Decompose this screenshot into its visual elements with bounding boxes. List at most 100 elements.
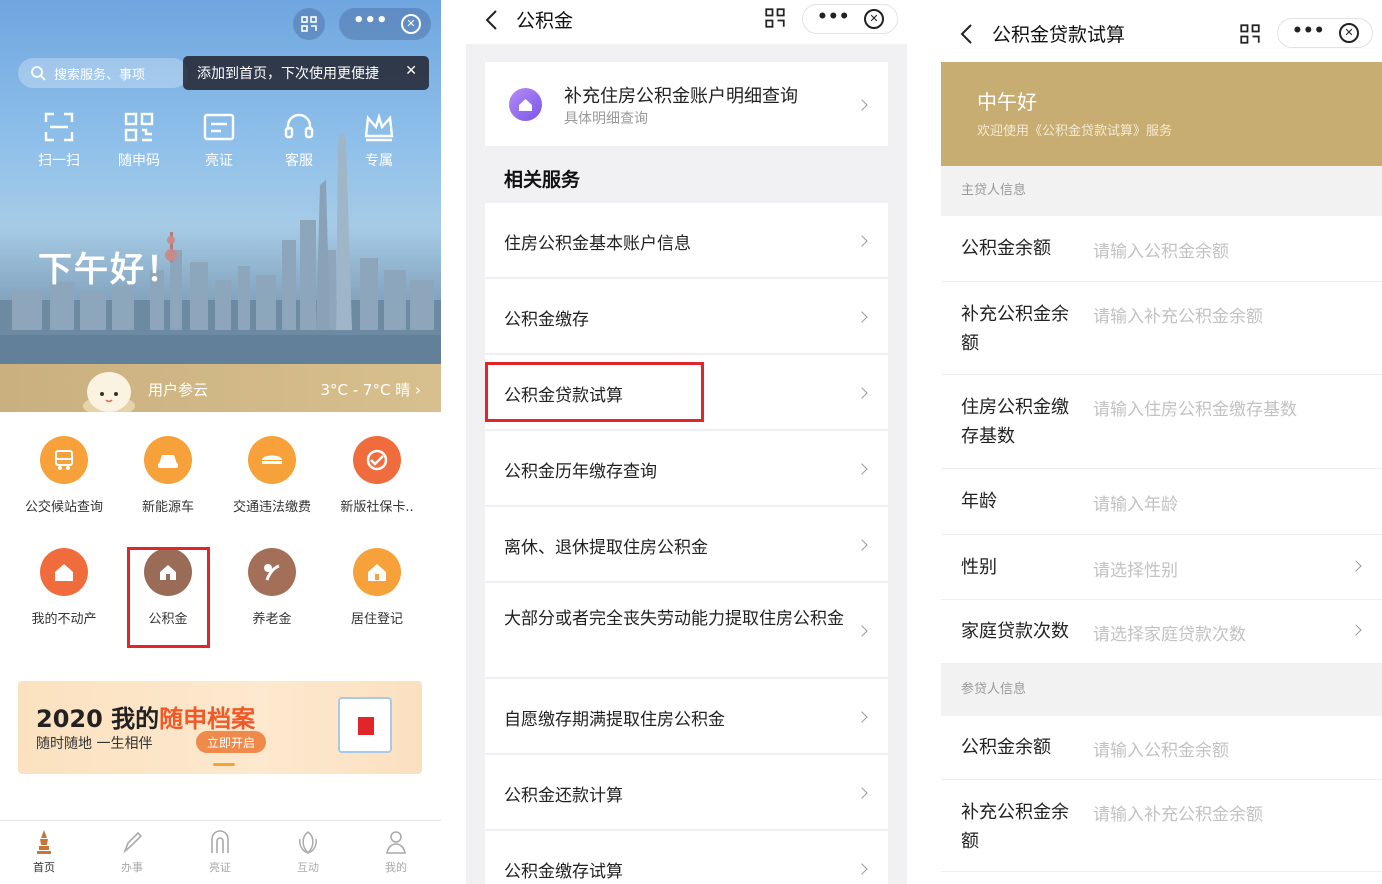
form-field-row[interactable]: 公积金余额 请输入公积金余额: [941, 216, 1382, 282]
quick-action-code[interactable]: 随申码: [104, 112, 174, 170]
bottom-tab-bar: 首页 办事 亮证 互动 我的: [0, 820, 441, 884]
service-list-item[interactable]: 公积金历年缴存查询: [485, 431, 888, 506]
form-field-row[interactable]: 公积金余额 请输入公积金余额: [941, 716, 1382, 780]
weather-temp: 3°C - 7°C 晴 ›: [320, 381, 421, 399]
field-input[interactable]: 请输入住房公积金缴存基数: [1093, 395, 1297, 420]
welcome-header: 中午好 欢迎使用《公积金贷款试算》服务: [941, 62, 1382, 166]
headset-icon: [284, 113, 314, 139]
field-input[interactable]: 请输入补充公积金余额: [1093, 302, 1263, 327]
service-item[interactable]: 交通违法缴费: [220, 436, 324, 515]
pen-icon: [123, 831, 143, 854]
qr-code-icon: [124, 112, 154, 142]
tab-license[interactable]: 亮证: [190, 829, 250, 875]
tab-mine[interactable]: 我的: [366, 829, 426, 875]
close-icon[interactable]: ✕: [401, 14, 421, 34]
search-input[interactable]: 搜索服务、事项: [18, 58, 188, 88]
field-input[interactable]: 请输入年龄: [1093, 490, 1178, 515]
weather-temp-value: 3°C - 7°C 晴: [320, 381, 411, 399]
archive-promo-banner[interactable]: 2020 我的随申档案 随时随地 一生相伴 立即开启: [18, 681, 422, 774]
search-icon: [31, 66, 46, 81]
qr-icon[interactable]: [765, 8, 785, 28]
quick-action-label: 扫一扫: [38, 153, 80, 169]
service-list-item[interactable]: 住房公积金基本账户信息: [485, 203, 888, 278]
qr-icon[interactable]: [1240, 24, 1260, 44]
form-field-row[interactable]: 年龄 请输入年龄: [941, 469, 1382, 535]
form-field-row[interactable]: 家庭贷款次数 请选择家庭贷款次数: [941, 600, 1382, 664]
tab-home[interactable]: 首页: [14, 829, 74, 875]
calendar-icon: [338, 697, 392, 753]
page-title: 公积金贷款试算: [992, 24, 1126, 46]
back-icon[interactable]: [484, 8, 498, 32]
service-item[interactable]: 我的不动产: [12, 548, 116, 627]
bun-mascot-icon: [83, 372, 135, 412]
chevron-right-icon: [1350, 559, 1362, 572]
service-item[interactable]: 公交候站查询: [12, 436, 116, 515]
chevron-right-icon: [856, 234, 868, 247]
service-item[interactable]: 居住登记: [325, 548, 429, 627]
more-icon[interactable]: •••: [1292, 21, 1325, 41]
welcome-greeting: 中午好: [977, 90, 1037, 114]
field-input[interactable]: 请输入公积金余额: [1093, 237, 1229, 262]
banner-open-button[interactable]: 立即开启: [196, 731, 266, 753]
field-input[interactable]: 请输入补充公积金余额: [1093, 800, 1263, 825]
id-card-icon: [203, 113, 235, 141]
service-list-item[interactable]: 公积金缴存试算: [485, 831, 888, 884]
field-label: 性别: [961, 556, 997, 578]
service-list-item[interactable]: 公积金还款计算: [485, 755, 888, 830]
tab-interact[interactable]: 互动: [278, 829, 338, 875]
back-icon[interactable]: [959, 22, 973, 46]
close-icon[interactable]: ✕: [864, 9, 884, 29]
service-item[interactable]: 新版社保卡..: [325, 436, 429, 515]
tab-label: 首页: [33, 861, 55, 874]
close-icon[interactable]: ✕: [1339, 23, 1359, 43]
service-list-label: 自愿缴存期满提取住房公积金: [504, 710, 725, 730]
field-label: 补充公积金余额: [961, 802, 1069, 852]
service-list-label: 公积金历年缴存查询: [504, 462, 657, 482]
scan-icon: [44, 112, 74, 142]
field-label: 住房公积金缴存基数: [961, 397, 1069, 447]
qr-code-button[interactable]: [293, 8, 325, 40]
service-list-item[interactable]: 公积金缴存: [485, 279, 888, 354]
field-input[interactable]: 请输入公积金余额: [1093, 736, 1229, 761]
service-list-label: 大部分或者完全丧失劳动能力提取住房公积金: [504, 609, 844, 629]
weather-bar[interactable]: 用户参云 3°C - 7°C 晴 ›: [0, 364, 441, 412]
tab-label: 办事: [121, 861, 143, 874]
quick-action-service[interactable]: 客服: [264, 112, 334, 170]
more-icon[interactable]: •••: [353, 10, 388, 31]
quick-action-scan[interactable]: 扫一扫: [24, 112, 94, 170]
pension-icon: [248, 548, 296, 596]
search-placeholder: 搜索服务、事项: [54, 67, 146, 83]
field-label: 年龄: [961, 491, 997, 512]
service-list-item[interactable]: 自愿缴存期满提取住房公积金: [485, 679, 888, 754]
greeting-text: 下午好！: [38, 250, 182, 290]
field-label: 家庭贷款次数: [961, 621, 1069, 642]
supplementary-query-card[interactable]: 补充住房公积金账户明细查询 具体明细查询: [485, 62, 888, 146]
chevron-right-icon: [856, 538, 868, 551]
service-label: 我的不动产: [31, 612, 97, 627]
service-list-label: 公积金缴存: [504, 310, 589, 330]
add-to-home-tooltip: 添加到首页，下次使用更便捷 ✕: [183, 56, 429, 90]
service-list-item[interactable]: 大部分或者完全丧失劳动能力提取住房公积金: [485, 583, 888, 678]
tab-affairs[interactable]: 办事: [102, 829, 162, 875]
service-label: 养老金: [252, 612, 292, 627]
service-item[interactable]: 新能源车: [116, 436, 220, 515]
more-icon[interactable]: •••: [817, 7, 850, 27]
tooltip-text: 添加到首页，下次使用更便捷: [197, 66, 379, 82]
field-select[interactable]: 请选择家庭贷款次数: [1093, 620, 1246, 645]
banner-title: 2020 我的随申档案: [36, 699, 255, 734]
form-field-row[interactable]: 性别 请选择性别: [941, 535, 1382, 600]
form-field-row[interactable]: 补充公积金余额 请输入补充公积金余额: [941, 780, 1382, 872]
chevron-right-icon: [856, 710, 868, 723]
user-icon: [386, 831, 406, 854]
form-field-row[interactable]: 补充公积金余额 请输入补充公积金余额: [941, 282, 1382, 375]
service-item[interactable]: 养老金: [220, 548, 324, 627]
field-select[interactable]: 请选择性别: [1093, 556, 1178, 581]
quick-action-license[interactable]: 亮证: [184, 112, 254, 170]
form-field-row[interactable]: 住房公积金缴存基数 请输入住房公积金缴存基数: [941, 375, 1382, 469]
quick-action-exclusive[interactable]: 专属: [344, 112, 414, 170]
tooltip-close-icon[interactable]: ✕: [405, 63, 417, 79]
real-estate-icon: [40, 548, 88, 596]
field-label: 公积金余额: [961, 737, 1051, 758]
service-list-item[interactable]: 离休、退休提取住房公积金: [485, 507, 888, 582]
banner-pager: [213, 763, 235, 766]
